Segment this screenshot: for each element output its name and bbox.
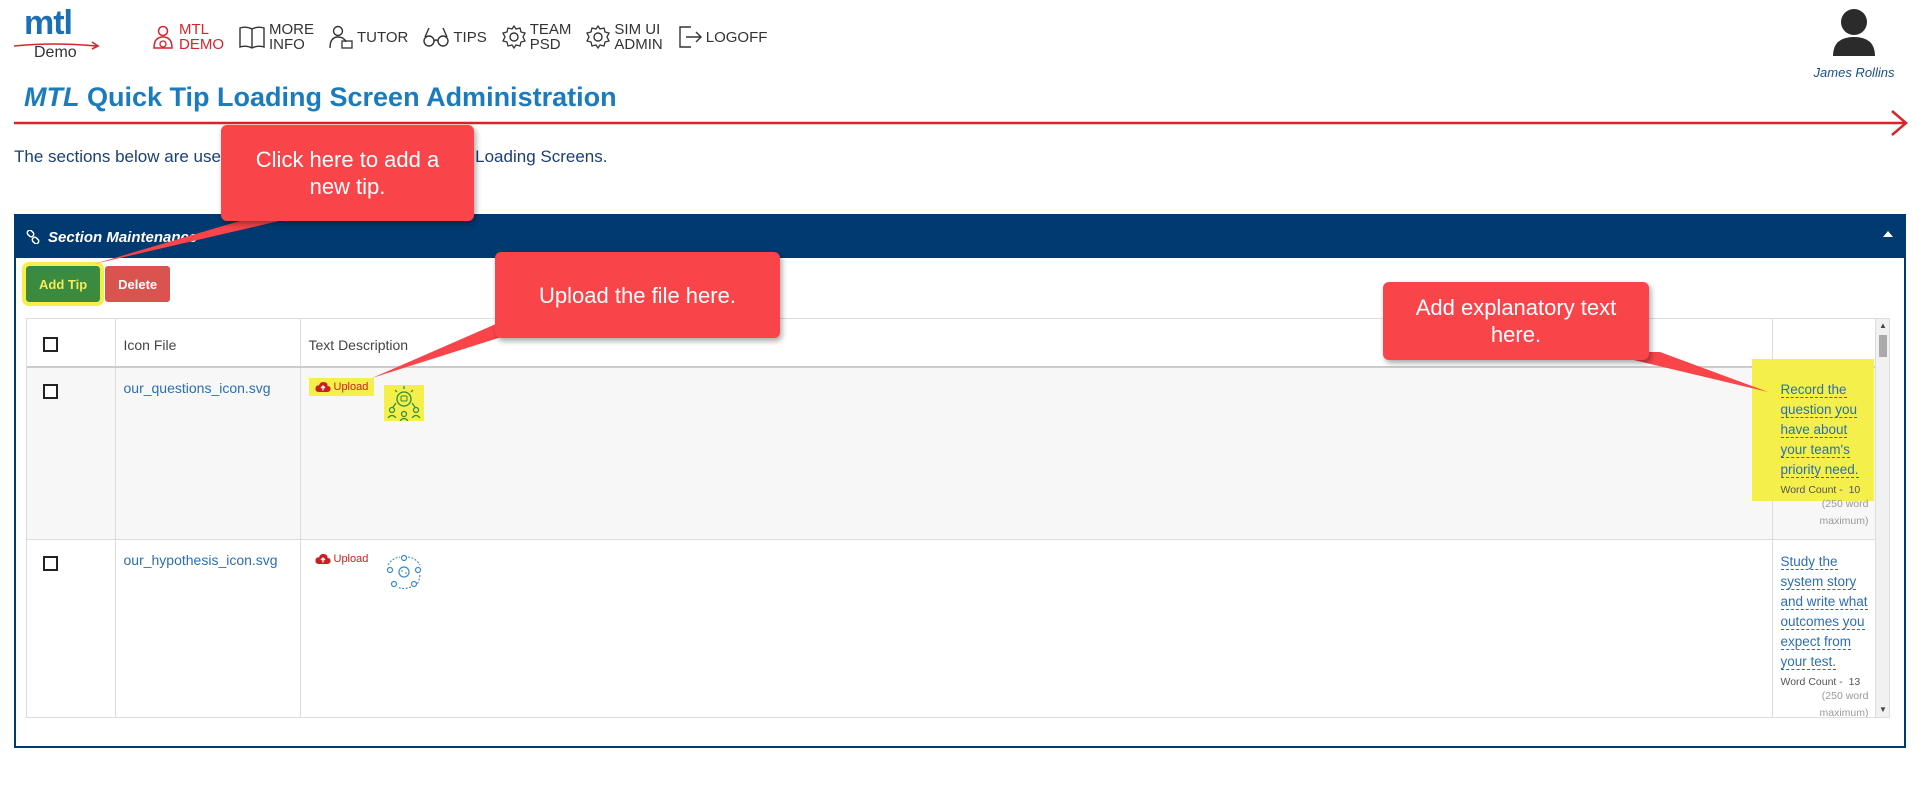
book-icon xyxy=(239,26,265,49)
nav-label: ADMIN xyxy=(614,36,663,53)
panel-toolbar: Add Tip Delete xyxy=(21,262,175,306)
nav-item-tutor[interactable]: TUTOR xyxy=(328,24,408,50)
row-select-cell xyxy=(27,367,116,540)
description-editable[interactable]: Study the system story and write what ou… xyxy=(1780,553,1868,670)
column-header-icon-file: Icon File xyxy=(115,319,301,368)
nav-item-logoff[interactable]: LOGOFF xyxy=(677,24,768,50)
select-all-checkbox[interactable] xyxy=(43,337,58,352)
nav-item-more-info[interactable]: MORE INFO xyxy=(238,22,314,52)
nav-item-team-psd[interactable]: TEAM PSD xyxy=(501,21,572,53)
table-row: our_questions_icon.svg Upload Record the… xyxy=(27,359,1876,540)
user-avatar-icon xyxy=(1833,9,1875,56)
word-count-label: Word Count - xyxy=(1780,484,1843,496)
scroll-up-arrow-icon[interactable]: ▲ xyxy=(1879,322,1887,330)
upload-callout: Upload the file here. xyxy=(495,252,780,338)
word-count: Word Count - 13 xyxy=(1781,676,1867,688)
gear-icon xyxy=(586,24,611,50)
nav-label: LOGOFF xyxy=(705,28,768,46)
icon-preview xyxy=(384,554,424,590)
nav-label: MORE xyxy=(269,21,314,38)
grid-scrollbar[interactable]: ▲ ▼ xyxy=(1875,319,1889,717)
delete-button[interactable]: Delete xyxy=(105,266,171,302)
row-select-cell xyxy=(27,539,116,717)
word-count-value: 10 xyxy=(1848,484,1861,496)
word-count: Word Count - 10 xyxy=(1781,484,1867,496)
word-count-value: 13 xyxy=(1848,675,1861,688)
scroll-down-arrow-icon[interactable]: ▼ xyxy=(1879,706,1887,714)
nav-label: PSD xyxy=(529,36,561,53)
description-cell: Record the question you have about your … xyxy=(1751,359,1876,540)
tutor-icon xyxy=(329,25,353,49)
word-max: (250 word maximum) xyxy=(1819,689,1869,718)
mtl-demo-logo[interactable]: mtl Demo xyxy=(14,4,104,61)
table-row: our_hypothesis_icon.svg Upload Study the… xyxy=(27,539,1876,718)
add-tip-callout: Click here to add a new tip. xyxy=(221,125,474,221)
add-tip-button[interactable]: Add Tip xyxy=(21,262,105,306)
row-checkbox[interactable] xyxy=(43,384,58,399)
glasses-icon xyxy=(423,27,450,47)
tips-grid: Icon File Text Description our_questions… xyxy=(26,318,1890,718)
nav-label: MTL xyxy=(179,21,209,38)
hypothesis-network-icon xyxy=(386,554,422,589)
questions-team-icon xyxy=(387,386,421,421)
logo-brand: mtl xyxy=(24,4,73,42)
gear-icon xyxy=(501,24,526,50)
collapse-caret-icon[interactable] xyxy=(1882,230,1894,238)
icon-file-name[interactable]: our_questions_icon.svg xyxy=(124,380,271,396)
link-icon xyxy=(26,230,40,244)
description-cell: Study the system story and write what ou… xyxy=(1772,539,1876,718)
user-name: James Rollins xyxy=(1813,65,1895,80)
upload-button[interactable]: Upload xyxy=(309,550,375,568)
user-profile[interactable]: James Rollins xyxy=(1809,6,1899,80)
scroll-thumb[interactable] xyxy=(1879,335,1887,357)
nav-label: DEMO xyxy=(179,36,224,53)
word-max: (250 word maximum) xyxy=(1819,498,1869,527)
icon-file-cell: our_hypothesis_icon.svg xyxy=(115,539,301,717)
icon-file-cell: our_questions_icon.svg xyxy=(115,367,301,540)
nav-label: SIM UI xyxy=(614,21,661,38)
nav-item-mtl-demo[interactable]: MTL DEMO xyxy=(150,22,224,52)
tips-table: Icon File Text Description our_questions… xyxy=(27,319,1876,718)
add-text-callout: Add explanatory text here. xyxy=(1383,282,1649,360)
nav-item-sim-ui-admin[interactable]: SIM UI ADMIN xyxy=(585,21,663,53)
nav-label: TIPS xyxy=(453,28,487,46)
upload-label: Upload xyxy=(333,552,369,565)
panel-header: Section Maintenance xyxy=(16,216,1904,258)
main-nav: MTL DEMO MORE INFO TUTOR TIPS TEAM PSD S… xyxy=(150,22,781,52)
word-count-label: Word Count - xyxy=(1780,675,1843,688)
icon-preview xyxy=(383,385,424,421)
nav-label: TUTOR xyxy=(357,28,409,46)
nav-item-tips[interactable]: TIPS xyxy=(422,24,487,50)
person-demo-icon xyxy=(153,25,173,49)
description-text[interactable]: Study the system story and write what ou… xyxy=(1780,552,1873,672)
upload-cell: Upload xyxy=(300,539,1773,717)
cloud-upload-icon xyxy=(314,381,331,392)
upload-label: Upload xyxy=(333,381,369,393)
row-checkbox[interactable] xyxy=(43,555,58,571)
upload-button[interactable]: Upload xyxy=(308,378,375,396)
select-all-header xyxy=(27,319,116,368)
nav-label: INFO xyxy=(269,36,305,53)
cloud-upload-icon xyxy=(314,553,331,564)
panel-title: Section Maintenance xyxy=(48,228,198,246)
logo-subtitle: Demo xyxy=(34,44,77,61)
description-editable[interactable]: Record the question you have about your … xyxy=(1780,382,1859,478)
upload-cell: Upload xyxy=(300,367,1773,540)
nav-label: TEAM xyxy=(529,21,572,38)
description-text[interactable]: Record the question you have about your … xyxy=(1780,380,1873,480)
logout-icon xyxy=(679,26,702,48)
icon-file-name[interactable]: our_hypothesis_icon.svg xyxy=(124,552,278,568)
